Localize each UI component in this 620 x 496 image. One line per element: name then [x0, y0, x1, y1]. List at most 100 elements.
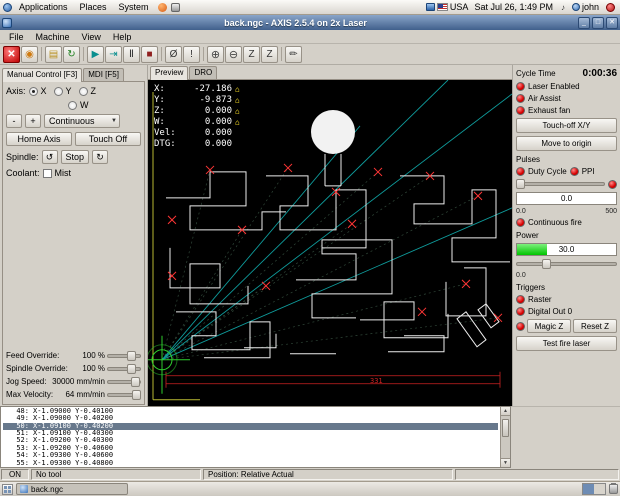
mist-checkbox[interactable] [43, 169, 52, 178]
keyboard-layout-label[interactable]: USA [450, 2, 469, 12]
shutdown-icon[interactable] [606, 3, 615, 12]
window-list-icon[interactable] [2, 484, 13, 495]
browser-launcher-icon[interactable] [158, 3, 167, 12]
raster-led[interactable] [516, 295, 525, 304]
axis-y-radio[interactable] [54, 87, 63, 96]
spindle-forward-button[interactable]: ↻ [92, 150, 108, 164]
close-button[interactable]: ✕ [606, 17, 618, 29]
spindle-stop-button[interactable]: Stop [61, 150, 90, 164]
axis-w-radio[interactable] [68, 101, 77, 110]
scroll-down-icon[interactable]: ▼ [501, 458, 510, 467]
home-axis-button[interactable]: Home Axis [6, 132, 72, 146]
stop-button[interactable]: ■ [141, 46, 158, 63]
ppi-led[interactable] [570, 167, 579, 176]
test-fire-button[interactable]: Test fire laser [516, 336, 617, 351]
zoom-out-button[interactable]: ⊖ [225, 46, 242, 63]
max-velocity-slider[interactable] [107, 390, 141, 400]
network-icon[interactable] [426, 3, 435, 11]
digital-out-label[interactable]: Digital Out 0 [528, 307, 572, 316]
spindle-override-slider[interactable] [107, 364, 141, 374]
jog-mode-select[interactable]: Continuous ▼ [44, 114, 120, 128]
duty-cycle-led[interactable] [516, 167, 525, 176]
pulse-slider[interactable] [516, 179, 605, 189]
view-menu[interactable]: View [76, 32, 107, 42]
digital-out-led[interactable] [516, 307, 525, 316]
maximize-button[interactable]: □ [592, 17, 604, 29]
continuous-fire-led[interactable] [516, 218, 525, 227]
tab-manual-control[interactable]: Manual Control [F3] [2, 68, 82, 82]
magic-z-button[interactable]: Magic Z [527, 319, 571, 333]
move-to-origin-button[interactable]: Move to origin [516, 136, 617, 151]
help-menu[interactable]: Help [107, 32, 138, 42]
clear-plot-button[interactable]: ✏ [285, 46, 302, 63]
touch-off-xy-button[interactable]: Touch-off X/Y [516, 118, 617, 133]
volume-icon[interactable]: ♪ [559, 3, 567, 12]
scrollbar-handle[interactable] [502, 419, 509, 437]
jog-minus-button[interactable]: - [6, 114, 22, 128]
gcode-listing[interactable]: 48:X-1.09000 Y-0.40100 49:X-1.09000 Y-0.… [0, 406, 511, 468]
open-file-button[interactable]: ▤ [45, 46, 62, 63]
spindle-reverse-button[interactable]: ↺ [42, 150, 58, 164]
jog-speed-slider[interactable] [107, 377, 141, 387]
axis-z-label[interactable]: Z [91, 86, 97, 96]
power-min-label: 0.0 [516, 272, 526, 279]
pulse-scale-labels: 0.0 500 [516, 208, 617, 215]
laser-enabled-label: Laser Enabled [528, 82, 580, 91]
preview-canvas[interactable]: X:-27.186⌂ Y:-9.873⌂ Z:0.000⌂ W:0.000⌂ V… [148, 80, 512, 406]
places-menu[interactable]: Places [75, 2, 112, 12]
optional-stop-icon: ! [190, 49, 193, 60]
raster-label[interactable]: Raster [528, 295, 552, 304]
terminal-launcher-icon[interactable] [171, 3, 180, 12]
dimension-lines [166, 372, 500, 388]
scroll-up-icon[interactable]: ▲ [501, 407, 510, 416]
power-slider[interactable] [516, 259, 617, 269]
axis-w-label[interactable]: W [80, 100, 89, 110]
z2-view-button[interactable]: Z [261, 46, 278, 63]
system-menu[interactable]: System [114, 2, 154, 12]
tool-status: No tool [31, 469, 201, 480]
air-assist-row: Air Assist [516, 94, 617, 103]
jog-plus-button[interactable]: + [25, 114, 41, 128]
ppi-label[interactable]: PPI [582, 167, 595, 176]
minimize-button[interactable]: _ [578, 17, 590, 29]
z-view-button[interactable]: Z [243, 46, 260, 63]
tab-dro[interactable]: DRO [189, 66, 217, 79]
continuous-fire-label[interactable]: Continuous fire [528, 218, 582, 227]
duty-cycle-label[interactable]: Duty Cycle [528, 167, 567, 176]
tab-preview[interactable]: Preview [150, 66, 188, 80]
machine-menu[interactable]: Machine [30, 32, 76, 42]
keyboard-flag-icon[interactable] [437, 3, 448, 11]
step-button[interactable]: ⇥ [105, 46, 122, 63]
window-titlebar[interactable]: back.ngc - AXIS 2.5.4 on 2x Laser _ □ ✕ [0, 15, 620, 30]
workspace-switcher[interactable] [582, 483, 606, 495]
pause-button[interactable]: Ⅱ [123, 46, 140, 63]
applications-menu[interactable]: Applications [14, 2, 73, 12]
reset-z-button[interactable]: Reset Z [573, 319, 617, 333]
clock[interactable]: Sat Jul 26, 1:49 PM [470, 2, 557, 12]
reload-button[interactable]: ↻ [63, 46, 80, 63]
axis-x-label[interactable]: X [41, 86, 47, 96]
mist-label[interactable]: Mist [55, 168, 72, 178]
estop-button[interactable]: ✕ [3, 46, 20, 63]
feed-override-slider[interactable] [107, 351, 141, 361]
axis-z-radio[interactable] [79, 87, 88, 96]
reload-icon: ↻ [67, 49, 75, 60]
block-delete-button[interactable]: Ø [165, 46, 182, 63]
machine-power-button[interactable]: ◉ [21, 46, 38, 63]
trash-icon[interactable] [609, 484, 618, 494]
run-button[interactable]: ▶ [87, 46, 104, 63]
axis-x-radio[interactable] [29, 87, 38, 96]
gcode-scrollbar[interactable]: ▲ ▼ [500, 407, 510, 467]
user-menu[interactable]: john [569, 2, 602, 12]
gcode-line[interactable]: 55:X-1.09300 Y-0.40800 [3, 460, 498, 467]
axis-y-label[interactable]: Y [66, 86, 72, 96]
toolbar-separator [203, 47, 204, 61]
zoom-in-button[interactable]: ⊕ [207, 46, 224, 63]
tab-mdi[interactable]: MDI [F5] [83, 68, 124, 81]
touch-off-button[interactable]: Touch Off [75, 132, 141, 146]
pulse-entry[interactable]: 0.0 [516, 192, 617, 205]
optional-stop-button[interactable]: ! [183, 46, 200, 63]
preview-tabs: Preview DRO [148, 65, 512, 80]
file-menu[interactable]: File [3, 32, 30, 42]
taskbar-window-button[interactable]: back.ngc [16, 483, 128, 495]
